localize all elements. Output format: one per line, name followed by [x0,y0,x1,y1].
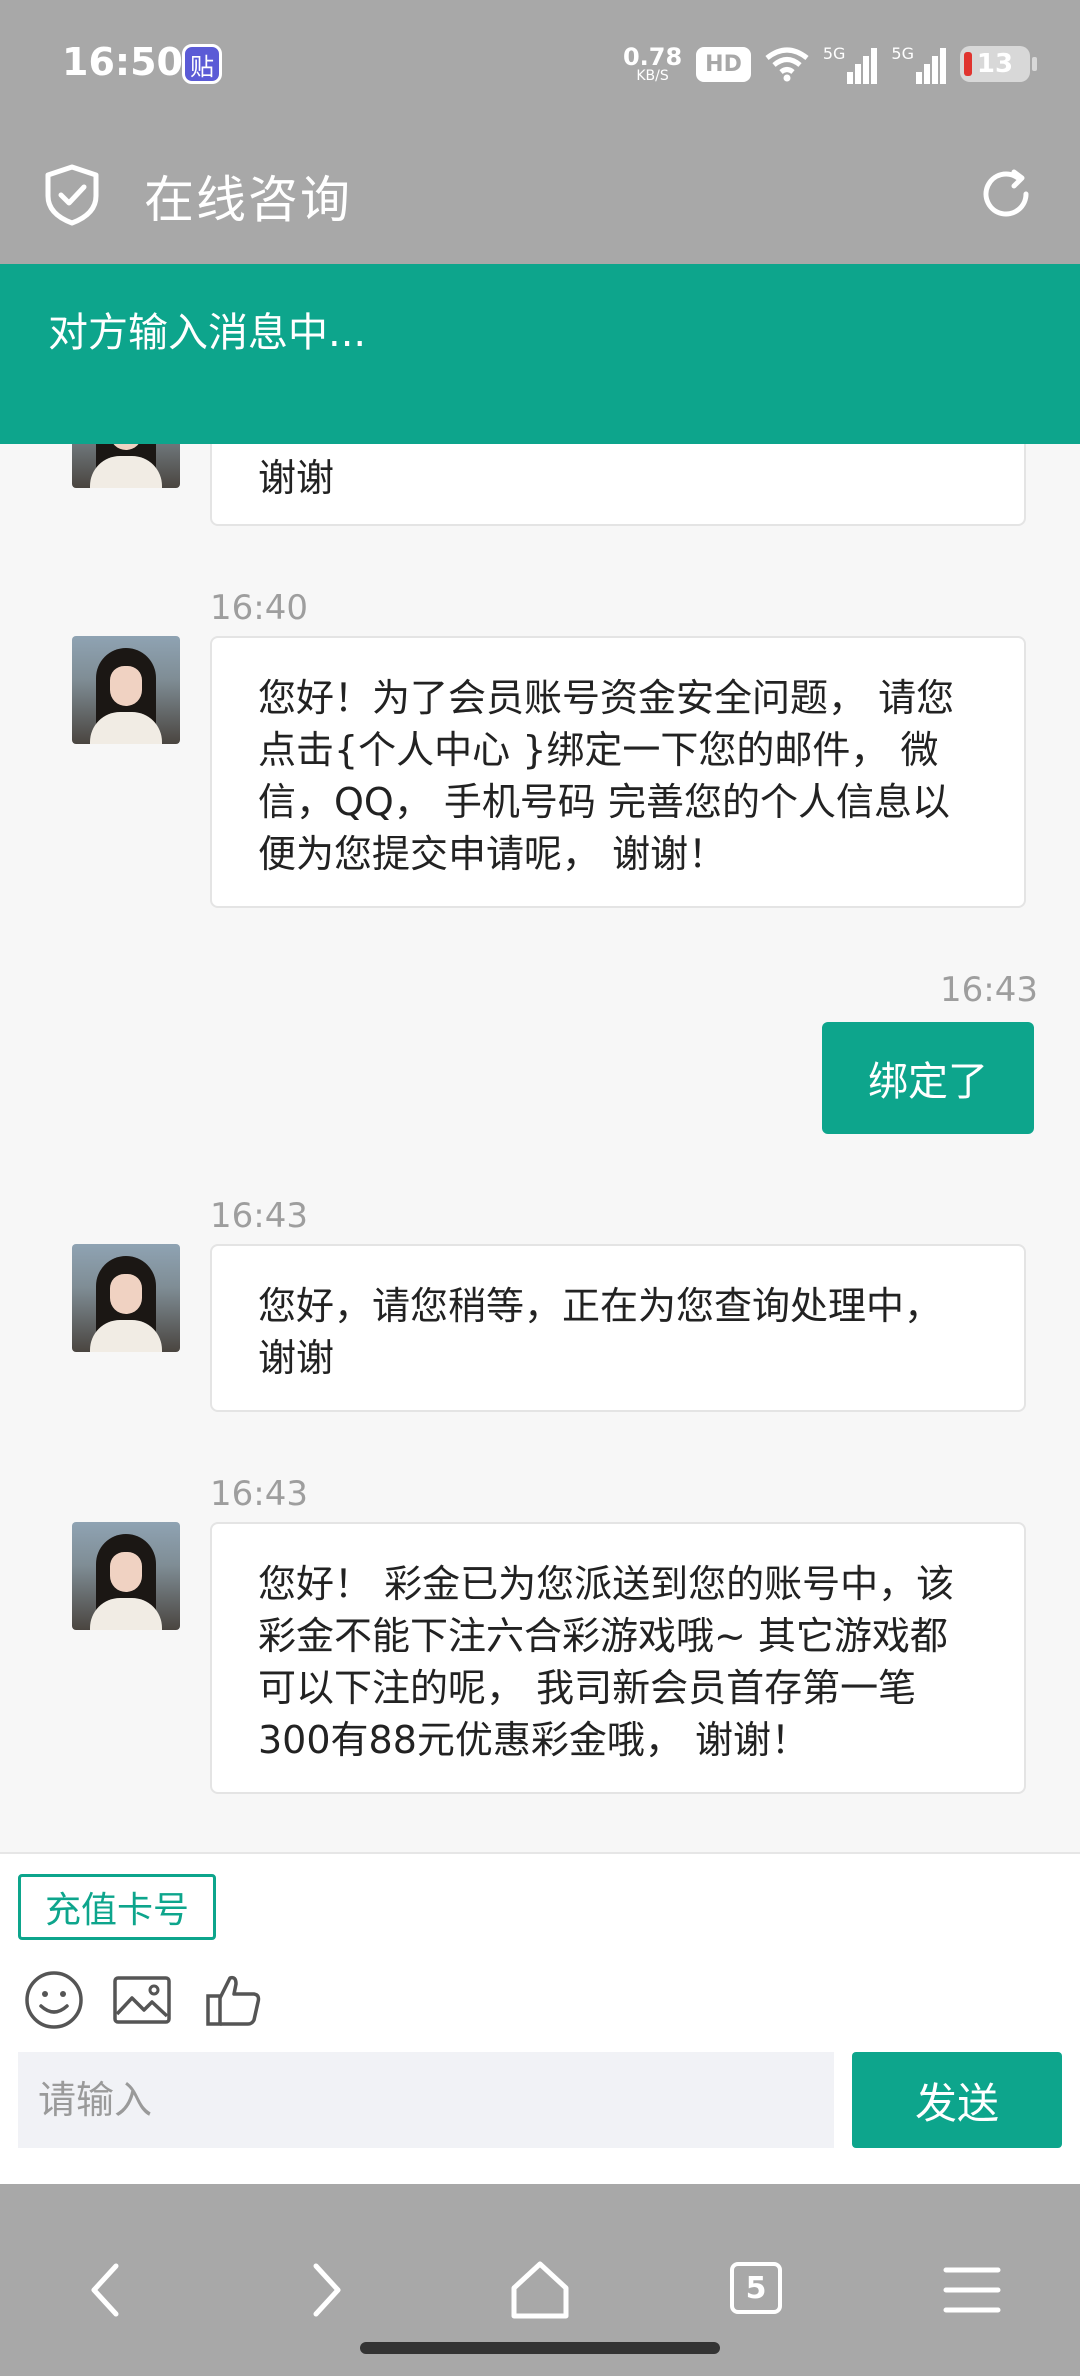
message-text: 谢谢 [258,456,335,500]
signal-label: 5G [822,44,846,63]
cell-signal-icon-2: 5G [891,44,946,84]
agent-avatar [72,1244,180,1352]
image-icon[interactable] [110,1968,174,2032]
message-composer: 充值卡号 发送 [0,1852,1080,2184]
message-text: 您好！为了会员账号资金安全问题， 请您点击{个人中心 }绑定一下您的邮件， 微信… [258,676,955,876]
message-time: 16:40 [210,588,308,628]
refresh-icon[interactable] [976,164,1036,224]
thumbs-up-icon[interactable] [202,1968,266,2032]
menu-icon[interactable] [936,2254,1008,2326]
home-indicator[interactable] [360,2342,720,2354]
cell-signal-icon: 5G [823,44,878,84]
page-title: 在线咨询 [144,171,352,229]
chat-message-list[interactable]: 谢谢 16:40 您好！为了会员账号资金安全问题， 请您点击{个人中心 }绑定一… [0,444,1080,1852]
agent-avatar [72,444,180,488]
status-time: 16:50 [62,40,183,84]
battery-icon: 13 [960,46,1037,82]
status-bar: 16:50 贴 0.78 KB/S HD 5G 5G 13 [0,0,1080,130]
tabs-icon[interactable]: 5 [730,2262,782,2314]
network-speed-value: 0.78 [622,43,683,71]
tieba-app-icon: 贴 [182,44,222,84]
emoji-icon[interactable] [22,1968,86,2032]
home-icon[interactable] [504,2254,576,2326]
network-speed: 0.78 KB/S [623,45,682,83]
message-bubble: 您好！为了会员账号资金安全问题， 请您点击{个人中心 }绑定一下您的邮件， 微信… [210,636,1026,908]
wifi-icon [765,47,809,82]
tab-count: 5 [745,2270,767,2306]
recharge-card-button[interactable]: 充值卡号 [18,1874,216,1940]
back-icon[interactable] [72,2254,144,2326]
status-indicators: 0.78 KB/S HD 5G 5G 13 [623,38,1037,90]
message-text: 绑定了 [868,1059,988,1105]
network-speed-unit: KB/S [636,68,669,84]
message-time: 16:43 [210,1474,308,1514]
message-text: 您好！ 彩金已为您派送到您的账号中，该彩金不能下注六合彩游戏哦~ 其它游戏都可以… [258,1562,955,1762]
battery-level: 13 [976,49,1014,79]
message-bubble: 您好！ 彩金已为您派送到您的账号中，该彩金不能下注六合彩游戏哦~ 其它游戏都可以… [210,1522,1026,1794]
message-input[interactable] [18,2052,834,2148]
message-bubble: 您好，请您稍等，正在为您查询处理中，谢谢 [210,1244,1026,1412]
message-time: 16:43 [940,970,1038,1010]
shield-check-icon [45,164,99,226]
typing-indicator-banner: 对方输入消息中... [0,264,1080,444]
message-text: 您好，请您稍等，正在为您查询处理中，谢谢 [258,1284,943,1380]
hd-icon: HD [696,46,751,82]
message-time: 16:43 [210,1196,308,1236]
agent-avatar [72,636,180,744]
message-bubble-sent: 绑定了 [822,1022,1034,1134]
agent-avatar [72,1522,180,1630]
message-bubble: 谢谢 [210,444,1026,526]
send-button[interactable]: 发送 [852,2052,1062,2148]
signal-label-2: 5G [891,44,914,63]
forward-icon[interactable] [288,2254,360,2326]
app-header: 在线咨询 [0,130,1080,264]
typing-indicator-text: 对方输入消息中... [48,310,367,356]
